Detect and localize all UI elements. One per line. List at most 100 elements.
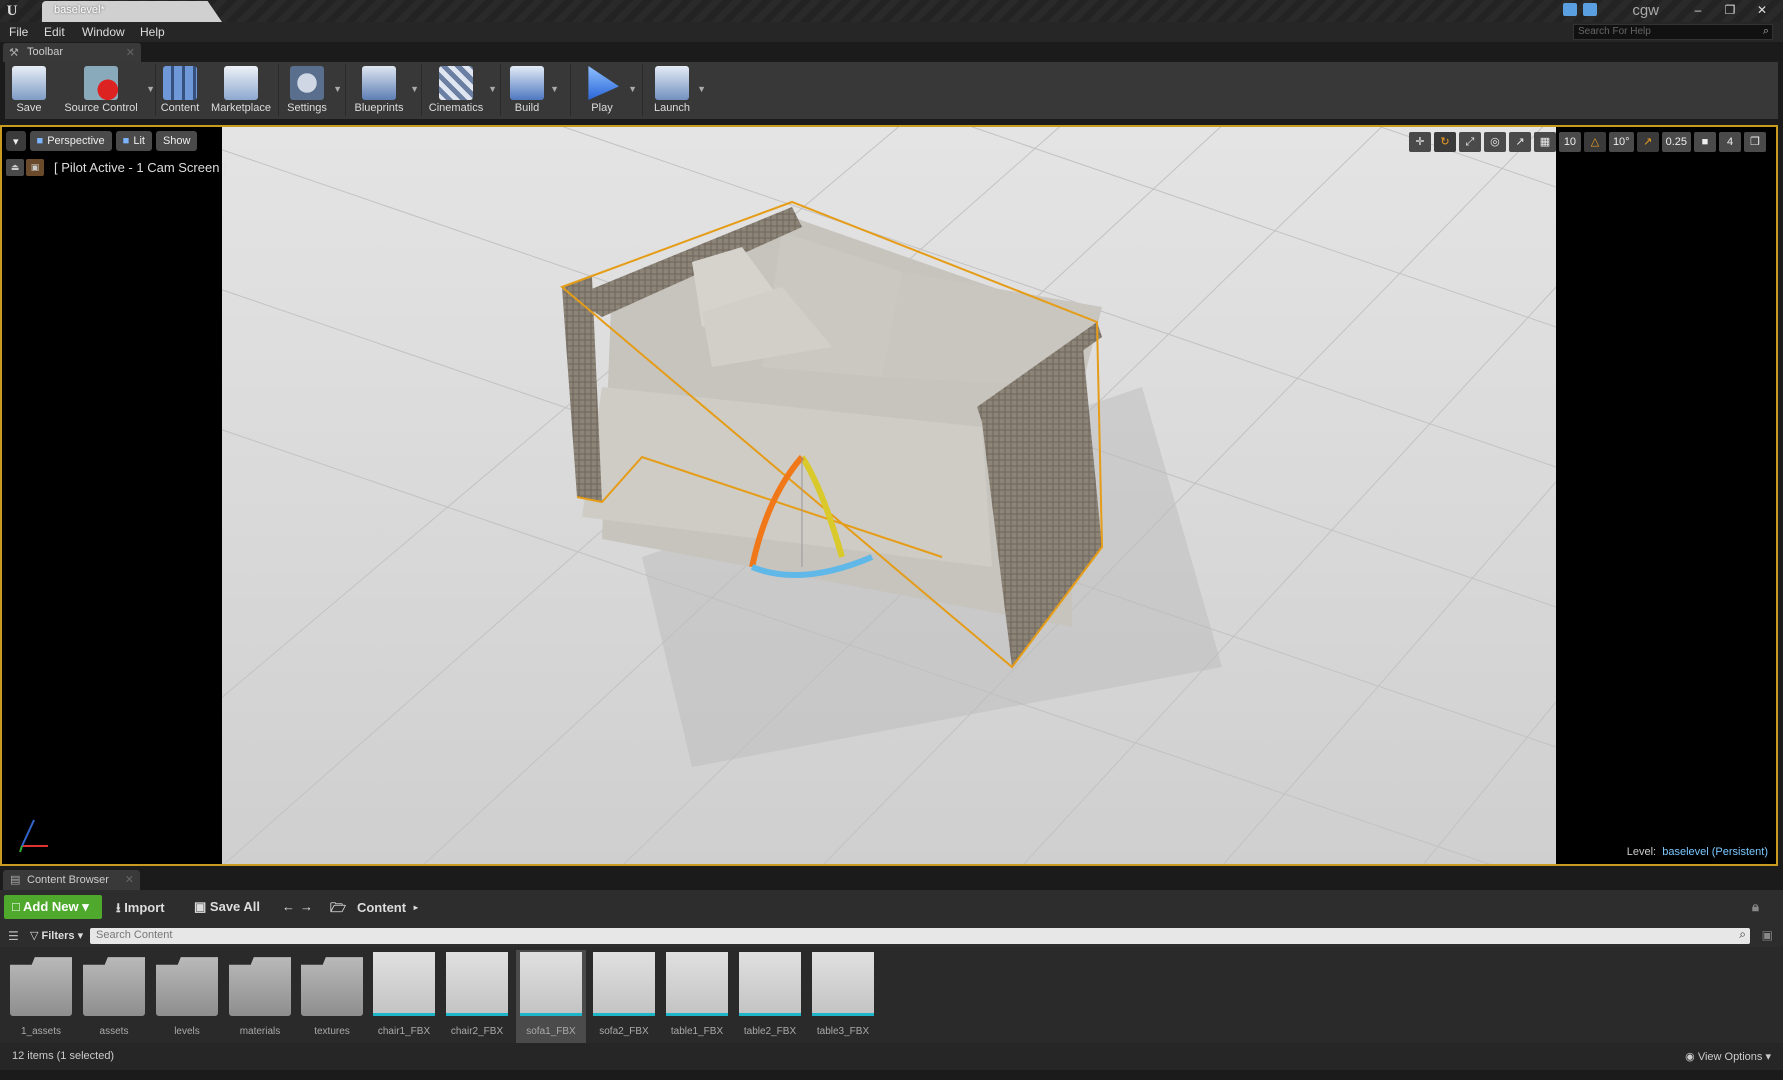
settings-button[interactable]: Settings ▼ — [282, 62, 342, 119]
asset-tile[interactable]: 1_assets — [6, 950, 76, 1043]
asset-tile[interactable]: table2_FBX — [735, 950, 805, 1043]
save-button[interactable]: Save — [7, 62, 51, 119]
perspective-button[interactable]: ■ Perspective — [29, 131, 112, 151]
toolbar-tab-row: ⚒ Toolbar ✕ — [0, 42, 1783, 62]
tab-toolbar-label: Toolbar — [27, 46, 64, 58]
bottom-strip — [0, 1070, 1783, 1080]
camera-speed-icon[interactable]: ■ — [1694, 132, 1716, 152]
asset-tile[interactable]: textures — [297, 950, 367, 1043]
chevron-down-icon[interactable]: ▼ — [628, 84, 637, 94]
user-name[interactable]: cgw — [1632, 2, 1659, 19]
close-icon[interactable]: ✕ — [125, 873, 134, 886]
content-button[interactable]: Content — [157, 62, 203, 119]
asset-name: assets — [99, 1026, 129, 1037]
add-new-button[interactable]: □ Add New ▾ — [4, 895, 102, 919]
content-label: Content — [160, 102, 200, 114]
level-viewport[interactable]: ▾ ■ Perspective ■ Lit Show ⏏ ▣ [ Pilot Act… — [0, 125, 1778, 866]
blueprints-icon — [362, 66, 396, 100]
menu-edit[interactable]: Edit — [44, 25, 65, 39]
chevron-right-icon[interactable]: ▸ — [413, 900, 418, 915]
cinematics-button[interactable]: Cinematics ▼ — [425, 62, 497, 119]
marketplace-label: Marketplace — [211, 102, 271, 114]
toolbar-divider — [278, 64, 279, 116]
asset-tile[interactable]: table3_FBX — [808, 950, 878, 1043]
asset-tile[interactable]: materials — [225, 950, 295, 1043]
marketplace-notify-icon[interactable] — [1583, 3, 1597, 16]
mesh-thumbnail — [446, 952, 508, 1016]
import-button[interactable]: ⭳ Import — [116, 899, 165, 921]
scale-snap-value[interactable]: 0.25 — [1661, 132, 1691, 152]
viewport-scene[interactable] — [222, 127, 1556, 864]
close-icon[interactable]: ✕ — [126, 46, 135, 59]
search-content-input[interactable]: Search Content ⌕ — [90, 927, 1750, 944]
close-icon[interactable]: ✕ — [1751, 2, 1773, 18]
view-options-button[interactable]: ◉ View Options ▾ — [1685, 1050, 1771, 1063]
search-icon: ⌕ — [1739, 927, 1746, 941]
lock-icon[interactable]: 🔒︎ — [1752, 899, 1759, 915]
chevron-down-icon[interactable]: ▼ — [146, 84, 155, 94]
world-space-icon[interactable]: ◎ — [1483, 132, 1506, 152]
pilot-text: [ Pilot Active - 1 Cam Screen ] — [54, 160, 227, 175]
blueprints-button[interactable]: Blueprints ▼ — [349, 62, 419, 119]
asset-tile[interactable]: sofa2_FBX — [589, 950, 659, 1043]
restore-icon[interactable]: ❐ — [1719, 2, 1741, 18]
asset-tile[interactable]: table1_FBX — [662, 950, 732, 1043]
perspective-label: Perspective — [47, 135, 105, 147]
tab-toolbar[interactable]: ⚒ Toolbar ✕ — [3, 43, 141, 62]
source-control-button[interactable]: Source Control ▼ — [57, 62, 155, 119]
breadcrumb[interactable]: 🗁 Content ▸ — [330, 899, 418, 921]
level-label: Level: — [1626, 846, 1657, 858]
save-label: Save — [16, 102, 42, 114]
marketplace-icon — [224, 66, 258, 100]
viewport-options-button[interactable]: ▾ — [6, 131, 26, 151]
scale-mode-icon[interactable]: ⤢ — [1458, 132, 1481, 152]
surface-snap-icon[interactable]: ↗ — [1508, 132, 1531, 152]
history-back-button[interactable]: ← — [282, 899, 295, 914]
save-search-icon[interactable]: ▣ — [1762, 928, 1773, 942]
play-button[interactable]: Play ▼ — [577, 62, 637, 119]
asset-name: sofa2_FBX — [599, 1026, 649, 1037]
asset-tile[interactable]: chair2_FBX — [442, 950, 512, 1043]
menu-file[interactable]: File — [9, 25, 28, 39]
asset-tile-selected[interactable]: sofa1_FBX — [516, 950, 586, 1043]
camera-speed-value[interactable]: 4 — [1719, 132, 1741, 152]
chevron-down-icon[interactable]: ▼ — [488, 84, 497, 94]
minimize-icon[interactable]: – — [1687, 2, 1709, 18]
document-tab[interactable]: baselevel* — [42, 1, 222, 22]
asset-tile[interactable]: assets — [79, 950, 149, 1043]
scale-snap-icon[interactable]: ↗ — [1636, 132, 1659, 152]
rotation-snap-icon[interactable]: △ — [1583, 132, 1606, 152]
history-forward-button[interactable]: → — [300, 899, 313, 914]
lit-button[interactable]: ■ Lit — [115, 131, 152, 151]
eject-icon[interactable]: ⏏ — [6, 159, 24, 176]
folder-icon — [10, 957, 72, 1016]
grid-snap-value[interactable]: 10 — [1558, 132, 1581, 152]
menu-window[interactable]: Window — [82, 25, 125, 39]
help-search-input[interactable]: Search For Help ⌕ — [1573, 24, 1773, 40]
save-all-button[interactable]: ▣ Save All — [194, 899, 260, 915]
tab-content-browser[interactable]: ▤ Content Browser ✕ — [3, 870, 140, 890]
chevron-down-icon[interactable]: ▼ — [550, 84, 559, 94]
asset-tile[interactable]: levels — [152, 950, 222, 1043]
asset-tile[interactable]: chair1_FBX — [369, 950, 439, 1043]
marketplace-button[interactable]: Marketplace — [209, 62, 273, 119]
maximize-viewport-icon[interactable]: ❐ — [1744, 132, 1766, 152]
grid-snap-icon[interactable]: ▦ — [1533, 132, 1556, 152]
wrench-icon: ⚒ — [9, 47, 19, 59]
rotation-snap-value[interactable]: 10° — [1608, 132, 1634, 152]
chat-icon[interactable] — [1563, 3, 1577, 16]
launch-button[interactable]: Launch ▼ — [648, 62, 706, 119]
cube-icon: ■ — [122, 135, 130, 147]
rotate-mode-icon[interactable]: ↻ — [1433, 132, 1456, 152]
sources-panel-icon[interactable]: ☰ — [8, 929, 19, 943]
translate-mode-icon[interactable]: ✛ — [1408, 132, 1431, 152]
chevron-down-icon[interactable]: ▼ — [333, 84, 342, 94]
breadcrumb-content[interactable]: Content — [357, 900, 406, 915]
menu-help[interactable]: Help — [140, 25, 165, 39]
chevron-down-icon[interactable]: ▼ — [697, 84, 706, 94]
filters-button[interactable]: ▽ Filters ▾ — [30, 929, 83, 942]
show-button[interactable]: Show — [155, 131, 198, 151]
build-button[interactable]: Build ▼ — [505, 62, 559, 119]
chevron-down-icon[interactable]: ▼ — [410, 84, 419, 94]
search-icon: ⌕ — [1762, 25, 1769, 37]
